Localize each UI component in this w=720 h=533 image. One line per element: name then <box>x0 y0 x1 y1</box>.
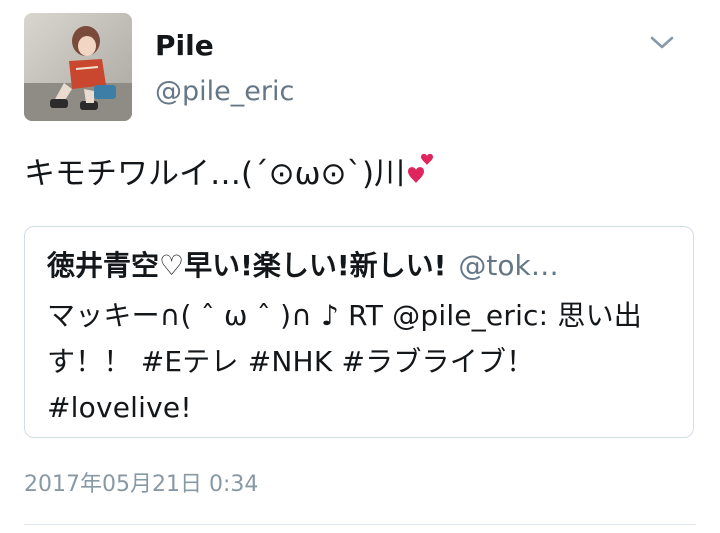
chevron-down-icon[interactable] <box>648 32 676 54</box>
quoted-tweet-header: 徳井青空♡早い!楽しい!新しい! @tok… <box>47 247 675 285</box>
tweet-text-content: キモチワルイ…(´⊙ω⊙`)川 <box>24 156 406 192</box>
timestamp[interactable]: 2017年05月21日 0:34 <box>24 470 258 500</box>
quoted-user-handle: @tok… <box>458 249 559 282</box>
divider <box>24 524 696 525</box>
quoted-tweet-card[interactable]: 徳井青空♡早い!楽しい!新しい! @tok… マッキー∩( ˆ ω ˆ )∩ ♪ … <box>24 226 694 438</box>
display-name[interactable]: Pile <box>155 28 214 64</box>
two-hearts-icon <box>407 152 437 188</box>
quoted-display-name: 徳井青空♡早い!楽しい!新しい! <box>47 249 447 282</box>
user-handle[interactable]: @pile_eric <box>155 75 294 109</box>
avatar-image <box>24 13 132 121</box>
avatar[interactable] <box>24 13 132 121</box>
quoted-tweet-text: マッキー∩( ˆ ω ˆ )∩ ♪ RT @pile_eric: 思い出す！！ … <box>47 299 642 424</box>
tweet-text: キモチワルイ…(´⊙ω⊙`)川 <box>24 152 437 194</box>
